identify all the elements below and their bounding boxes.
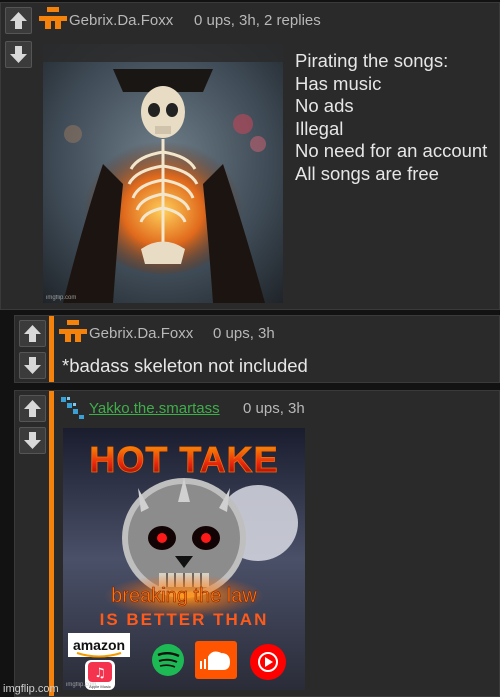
image-watermark: imgflip.com — [46, 295, 77, 301]
imgflip-watermark: imgflip.com — [3, 683, 59, 695]
downvote-button[interactable] — [5, 41, 32, 68]
arrow-down-icon — [10, 46, 27, 63]
arrow-up-icon — [24, 325, 41, 342]
caption-line: No ads — [295, 95, 354, 117]
soundcloud-logo — [195, 641, 237, 679]
skeleton-image[interactable]: imgflip.com — [43, 44, 283, 303]
comment-text: *badass skeleton not included — [62, 355, 308, 376]
comment-meta: 0 ups, 3h — [213, 325, 275, 342]
upvote-button[interactable] — [19, 320, 46, 347]
arrow-down-icon — [24, 432, 41, 449]
is-better-than-text: IS BETTER THAN — [100, 610, 269, 629]
spotify-logo — [152, 644, 184, 676]
hot-take-artwork: HOT TAKE breaking the law IS BETTER THAN… — [63, 428, 305, 690]
upvote-button[interactable] — [19, 395, 46, 422]
username[interactable]: Gebrix.Da.Foxx — [89, 325, 193, 342]
image-watermark: imgflip.com — [66, 682, 97, 688]
downvote-button[interactable] — [19, 352, 46, 379]
amazon-logo: amazon — [68, 633, 130, 658]
arrow-up-icon — [10, 12, 27, 29]
comment-2: Gebrix.Da.Foxx 0 ups, 3h *badass skeleto… — [14, 315, 500, 383]
caption-line: Pirating the songs: — [295, 50, 449, 71]
arrow-up-icon — [24, 400, 41, 417]
reply-indicator — [49, 316, 54, 382]
svg-text:♫: ♫ — [94, 666, 106, 681]
upvote-button[interactable] — [5, 7, 32, 34]
user-avatar-icon — [59, 320, 87, 342]
comment-3: Yakko.the.smartass 0 ups, 3h HOT TAKE br… — [14, 390, 500, 697]
caption-line: No need for an account — [295, 140, 488, 162]
caption-text: Pirating the songs: Has music No ads Ill… — [295, 50, 487, 186]
caption-line: Has music — [295, 72, 382, 94]
hot-take-image[interactable]: HOT TAKE breaking the law IS BETTER THAN… — [63, 428, 305, 690]
amazon-label: amazon — [73, 637, 125, 653]
pixel-avatar-icon — [61, 397, 84, 419]
user-avatar-icon — [39, 7, 67, 29]
downvote-button[interactable] — [19, 427, 46, 454]
comment-meta: 0 ups, 3h — [243, 400, 305, 417]
caption-line: Illegal — [295, 117, 344, 139]
caption-line: All songs are free — [295, 162, 439, 184]
username-link[interactable]: Yakko.the.smartass — [89, 400, 220, 417]
reply-indicator — [49, 391, 54, 696]
comment-meta: 0 ups, 3h, 2 replies — [194, 12, 321, 29]
skeleton-artwork — [43, 44, 283, 303]
comment-1: Gebrix.Da.Foxx 0 ups, 3h, 2 replies imgf… — [0, 2, 500, 310]
youtube-music-logo — [250, 644, 286, 680]
arrow-down-icon — [24, 357, 41, 374]
username[interactable]: Gebrix.Da.Foxx — [69, 12, 173, 29]
breaking-the-law-text: breaking the law — [111, 585, 257, 607]
hot-take-title: HOT TAKE — [89, 439, 278, 480]
